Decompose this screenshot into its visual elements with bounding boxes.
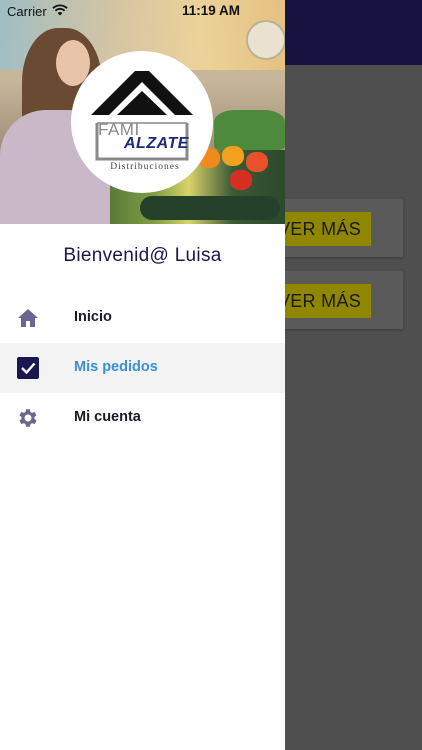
menu-item-label: Mi cuenta <box>74 409 141 425</box>
logo-text-distribuciones: Distribuciones <box>110 162 180 172</box>
checkbox-icon <box>17 357 39 379</box>
drawer-header-image: FAMI ALZATE Distribuciones <box>0 0 285 224</box>
brand-logo: FAMI ALZATE Distribuciones <box>71 51 213 193</box>
menu-item-mis-pedidos[interactable]: Mis pedidos <box>0 343 285 393</box>
drawer-menu: Inicio Mis pedidos Mi cuenta <box>0 293 285 443</box>
gear-icon <box>19 409 37 427</box>
menu-item-mi-cuenta[interactable]: Mi cuenta <box>0 393 285 443</box>
logo-text-alzate: ALZATE <box>124 135 189 152</box>
product-card: VER MÁS <box>268 271 403 329</box>
home-icon <box>18 309 38 327</box>
navigation-drawer: FAMI ALZATE Distribuciones Bienvenid@ Lu… <box>0 0 285 750</box>
menu-item-label: Mis pedidos <box>74 359 158 375</box>
menu-item-label: Inicio <box>74 309 112 325</box>
welcome-text: Bienvenid@ Luisa <box>63 245 222 266</box>
menu-item-inicio[interactable]: Inicio <box>0 293 285 343</box>
product-card: VER MÁS <box>268 199 403 257</box>
status-time: 11:19 AM <box>181 3 241 18</box>
